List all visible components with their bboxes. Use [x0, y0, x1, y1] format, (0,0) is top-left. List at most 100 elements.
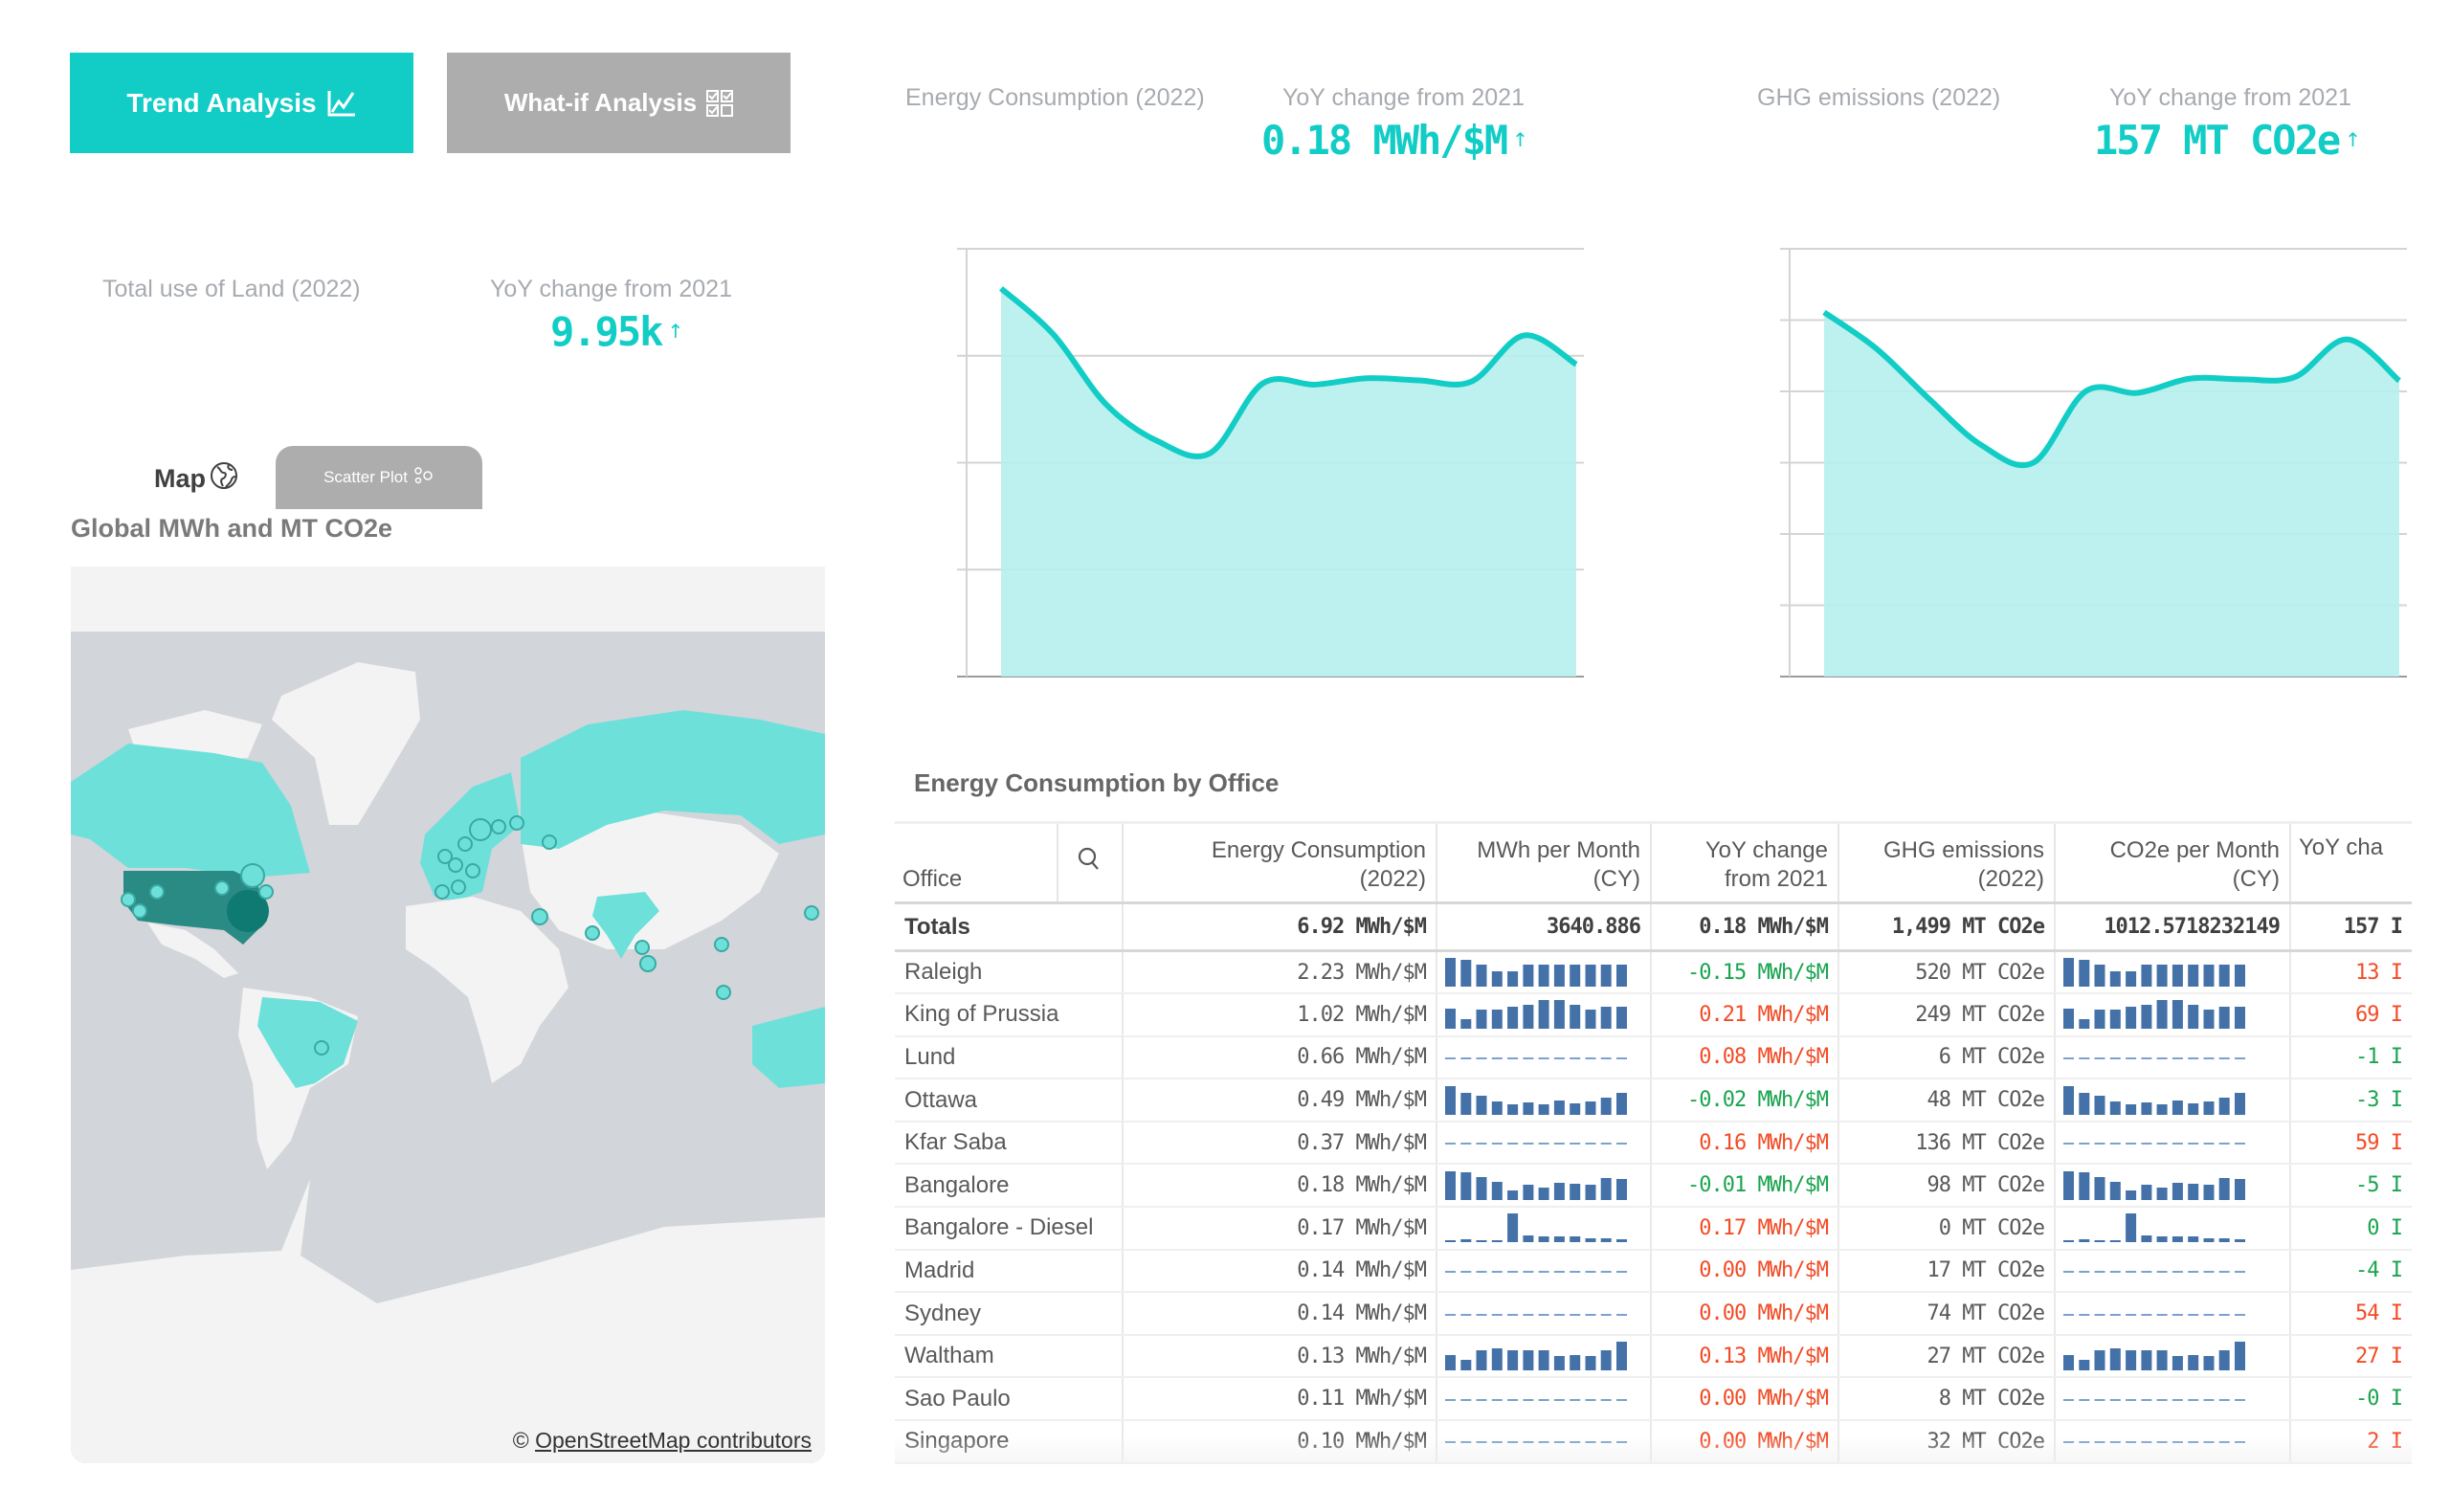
spark-bar — [1538, 1236, 1549, 1243]
co2-sparkline — [2055, 950, 2291, 995]
totals-mwh-month: 3640.886 — [1437, 901, 1652, 952]
mwh-sparkline — [1437, 1164, 1652, 1209]
spark-bar — [1491, 1056, 1503, 1059]
totals-row: Totals 6.92 MWh/$M 3640.886 0.18 MWh/$M … — [895, 901, 2412, 952]
column-header-energy[interactable]: Energy Consumption (2022) — [1123, 821, 1437, 903]
spark-bar — [2188, 1183, 2199, 1200]
office-name[interactable]: Raleigh — [895, 950, 1124, 995]
spark-bar — [1523, 1270, 1534, 1273]
table-row[interactable]: Bangalore 0.18 MWh/$M -0.01 MWh/$M 98 MT CO… — [895, 1164, 2412, 1209]
spark-bar — [2203, 1056, 2215, 1059]
co2-sparkline-svg — [2063, 1085, 2245, 1115]
yoy-value: -0.02 MWh/$M — [1651, 1078, 1839, 1123]
spark-bar — [2188, 965, 2199, 988]
office-name[interactable]: Sao Paulo — [895, 1377, 1124, 1422]
spark-bar — [2079, 960, 2090, 988]
table-row[interactable]: Madrid 0.14 MWh/$M 0.00 MWh/$M 17 MT CO2e -4… — [895, 1249, 2412, 1294]
spark-bar — [1491, 1348, 1503, 1371]
column-header-ghg[interactable]: GHG emissions (2022) — [1838, 821, 2056, 903]
checklist-icon — [706, 89, 734, 117]
trend-analysis-button[interactable]: Trend Analysis — [70, 53, 413, 153]
table-row[interactable]: Lund 0.66 MWh/$M 0.08 MWh/$M 6 MT CO2e -1 I — [895, 1035, 2412, 1080]
table-row[interactable]: Singapore 0.10 MWh/$M 0.00 MWh/$M 32 MT CO2… — [895, 1420, 2412, 1464]
ghg-yoy-value: -0 I — [2290, 1377, 2412, 1422]
spark-bar — [1553, 1270, 1565, 1273]
office-name[interactable]: Waltham — [895, 1334, 1124, 1379]
spark-bar — [2172, 1398, 2183, 1401]
table-row[interactable]: Raleigh 2.23 MWh/$M -0.15 MWh/$M 520 MT CO2… — [895, 950, 2412, 995]
spark-bar — [2141, 1143, 2152, 1145]
office-name[interactable]: Ottawa — [895, 1078, 1124, 1123]
spark-bar — [2203, 1143, 2215, 1145]
openstreetmap-link[interactable]: OpenStreetMap contributors — [535, 1428, 812, 1453]
spark-bar — [2172, 965, 2183, 988]
yoy-value: 0.17 MWh/$M — [1651, 1207, 1839, 1251]
spark-bar — [1570, 1102, 1581, 1115]
office-name[interactable]: Bangalore — [895, 1164, 1124, 1209]
spark-bar — [1476, 1270, 1487, 1273]
spark-bar — [2188, 1143, 2199, 1145]
world-map[interactable]: © OpenStreetMap contributors — [71, 567, 825, 1463]
table-row[interactable]: Bangalore - Diesel 0.17 MWh/$M 0.17 MWh/$M… — [895, 1207, 2412, 1251]
spark-bar — [2156, 1350, 2168, 1371]
mwh-sparkline-svg — [1445, 1056, 1627, 1059]
office-search-button[interactable] — [1058, 821, 1124, 903]
ghg-value: 6 MT CO2e — [1838, 1035, 2056, 1080]
totals-energy: 6.92 MWh/$M — [1123, 901, 1437, 952]
column-header-yoy[interactable]: YoY change from 2021 — [1651, 821, 1839, 903]
spark-bar — [1570, 1270, 1581, 1273]
table-row[interactable]: Waltham 0.13 MWh/$M 0.13 MWh/$M 27 MT CO2e 2… — [895, 1334, 2412, 1379]
spark-bar — [1538, 1270, 1549, 1273]
office-name[interactable]: Madrid — [895, 1249, 1124, 1294]
spark-bar — [1507, 1213, 1519, 1243]
spark-bar — [2203, 1356, 2215, 1371]
co2-sparkline-svg — [2063, 1313, 2245, 1316]
spark-bar — [2188, 1236, 2199, 1243]
office-name[interactable]: Kfar Saba — [895, 1121, 1124, 1166]
office-name[interactable]: Lund — [895, 1035, 1124, 1080]
spark-bar — [2218, 1097, 2230, 1115]
map-bubble — [434, 884, 450, 900]
land-kpi-label: Total use of Land (2022) — [102, 276, 361, 302]
spark-bar — [2156, 1000, 2168, 1030]
energy-table[interactable]: Office Energy Consumption (2022) MWh per … — [895, 821, 2412, 1464]
office-name[interactable]: Sydney — [895, 1292, 1124, 1336]
spark-bar — [1570, 1143, 1581, 1145]
table-row[interactable]: Kfar Saba 0.37 MWh/$M 0.16 MWh/$M 136 MT CO… — [895, 1121, 2412, 1166]
office-name[interactable]: Bangalore - Diesel — [895, 1207, 1124, 1251]
mwh-sparkline — [1437, 1121, 1652, 1166]
table-row[interactable]: Sydney 0.14 MWh/$M 0.00 MWh/$M 74 MT CO2e 54… — [895, 1292, 2412, 1336]
table-row[interactable]: King of Prussia 1.02 MWh/$M 0.21 MWh/$M 249… — [895, 993, 2412, 1037]
trend-analysis-label: Trend Analysis — [126, 87, 317, 118]
spark-bar — [2094, 1056, 2105, 1059]
office-name[interactable]: Singapore — [895, 1420, 1124, 1464]
column-header-mwh-month[interactable]: MWh per Month (CY) — [1437, 821, 1652, 903]
office-name[interactable]: King of Prussia — [895, 993, 1124, 1037]
what-if-analysis-button[interactable]: What-if Analysis — [447, 53, 791, 153]
column-header-co2-month[interactable]: CO2e per Month (CY) — [2055, 821, 2291, 903]
energy-kpi-label: Energy Consumption (2022) — [905, 84, 1205, 111]
co2-sparkline-svg — [2063, 1056, 2245, 1059]
spark-bar — [1523, 1350, 1534, 1371]
spark-bar — [1445, 1056, 1456, 1059]
ghg-yoy-value: -4 I — [2290, 1249, 2412, 1294]
spark-bar — [1523, 1441, 1534, 1444]
tab-scatter-plot[interactable]: Scatter Plot — [276, 446, 482, 509]
tab-map[interactable]: Map — [115, 450, 278, 507]
column-header-office[interactable]: Office — [895, 821, 1058, 903]
spark-bar — [1476, 1143, 1487, 1145]
spark-bar — [2109, 1398, 2121, 1401]
spark-bar — [2188, 1313, 2199, 1316]
column-header-label: MWh per Month — [1477, 837, 1640, 863]
spark-bar — [2094, 1270, 2105, 1273]
spark-bar — [1507, 971, 1519, 988]
table-row[interactable]: Sao Paulo 0.11 MWh/$M 0.00 MWh/$M 8 MT CO2e… — [895, 1377, 2412, 1422]
spark-bar — [1445, 1355, 1456, 1371]
spark-bar — [2109, 971, 2121, 988]
spark-bar — [2156, 965, 2168, 988]
mwh-sparkline — [1437, 1249, 1652, 1294]
table-row[interactable]: Ottawa 0.49 MWh/$M -0.02 MWh/$M 48 MT CO2e -… — [895, 1078, 2412, 1123]
column-header-ghg-yoy[interactable]: YoY cha — [2290, 821, 2412, 903]
spark-bar — [2172, 1441, 2183, 1444]
spark-bar — [1460, 1056, 1472, 1059]
